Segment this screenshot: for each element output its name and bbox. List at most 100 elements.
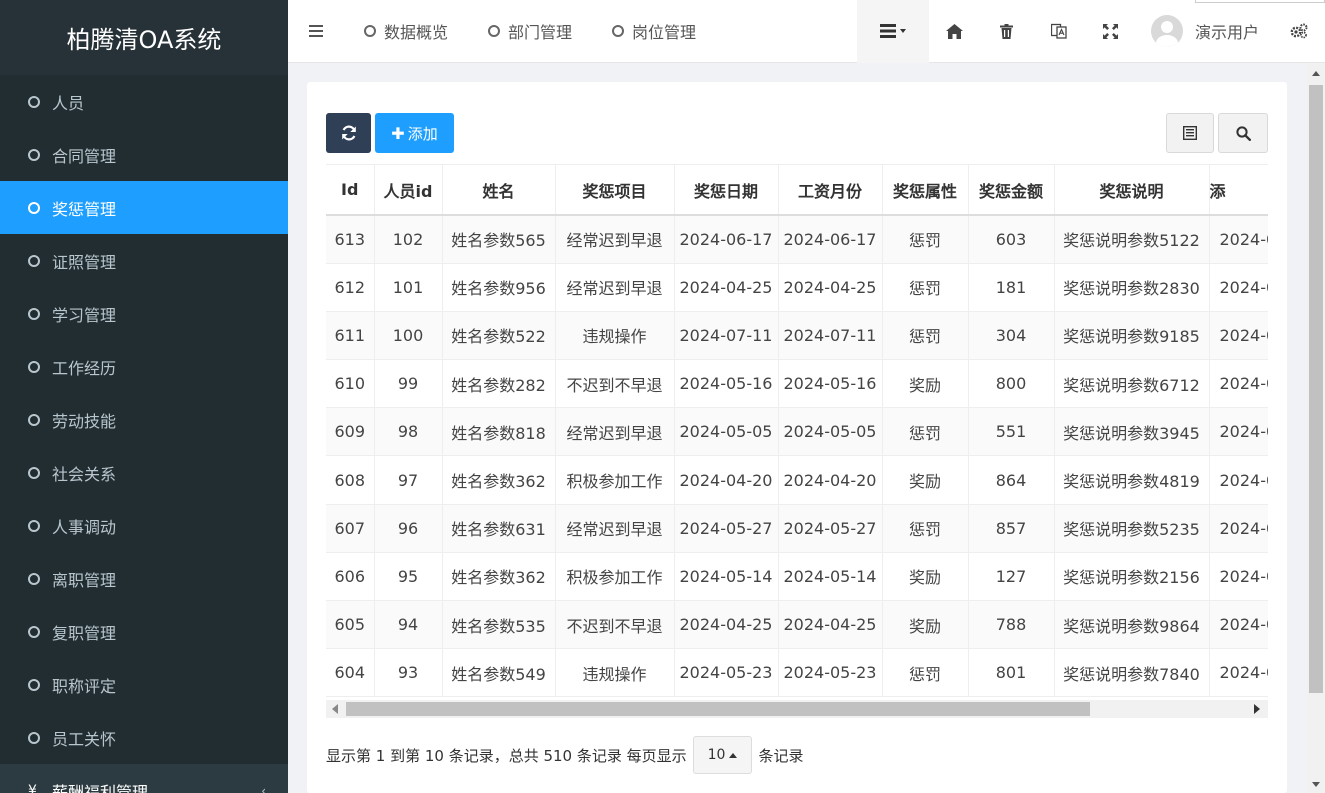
table-row[interactable]: 607 96 姓名参数631 经常迟到早退 2024-05-27 2024-05-27 惩罚… (326, 504, 1268, 553)
table-row[interactable]: 604 93 姓名参数549 违规操作 2024-05-23 2024-05-23 惩罚 80… (326, 648, 1268, 698)
table-cell: 800 (968, 359, 1055, 409)
horizontal-scrollbar[interactable] (326, 700, 1268, 718)
table-cell: 奖励 (882, 359, 969, 409)
scrollbar-thumb[interactable] (1309, 85, 1323, 693)
table-cell: 奖惩说明参数9185 (1054, 311, 1210, 361)
sidebar-item-social-relations[interactable]: 社会关系 (0, 446, 288, 499)
sidebar-item-certificates[interactable]: 证照管理 (0, 234, 288, 287)
table-cell: 2024-05-23 (778, 648, 883, 698)
tab-label: 部门管理 (508, 23, 573, 42)
sidebar-item-title-evaluation[interactable]: 职称评定 (0, 658, 288, 711)
column-header[interactable]: Id (326, 165, 375, 216)
user-menu[interactable]: 演示用户 (1137, 0, 1273, 63)
circle-icon (28, 678, 40, 691)
sidebar-item-label: 离职管理 (52, 570, 117, 590)
sidebar: 柏腾清OA系统 人员 合同管理 奖惩管理 证照管理 学习管理 工作经历 劳动技能… (0, 0, 288, 793)
table-cell: 积极参加工作 (555, 552, 675, 602)
table-row[interactable]: 611 100 姓名参数522 违规操作 2024-07-11 2024-07-11 惩罚 3… (326, 311, 1268, 361)
tab-department-management[interactable]: 部门管理 (468, 0, 592, 63)
page-size-select[interactable]: 10 (692, 736, 753, 774)
window-edge (1195, 0, 1325, 3)
tab-data-overview[interactable]: 数据概览 (344, 0, 468, 63)
gears-icon[interactable] (1273, 0, 1325, 63)
scrollbar-thumb[interactable] (346, 702, 1090, 716)
column-header[interactable]: 奖惩项目 (555, 165, 675, 216)
table-cell: 惩罚 (882, 407, 969, 457)
table-cell: 606 (326, 552, 375, 602)
sidebar-item-learning[interactable]: 学习管理 (0, 287, 288, 340)
circle-icon (612, 25, 625, 37)
fullscreen-icon[interactable] (1085, 0, 1137, 63)
scroll-down-icon[interactable] (1312, 782, 1320, 787)
table-cell: 2024-05-14 (778, 552, 883, 602)
tab-position-management[interactable]: 岗位管理 (592, 0, 716, 63)
menu-toggle-icon[interactable] (288, 0, 344, 63)
sidebar-item-label: 合同管理 (52, 146, 117, 166)
table-cell: 2024-0 (1209, 311, 1268, 361)
yen-icon: ¥ (28, 782, 37, 793)
columns-button[interactable] (1166, 113, 1214, 153)
table-cell: 姓名参数818 (442, 407, 556, 457)
table-cell: 93 (374, 648, 443, 698)
column-header[interactable]: 奖惩金额 (968, 165, 1055, 216)
table-row[interactable]: 610 99 姓名参数282 不迟到不早退 2024-05-16 2024-05-16 奖励… (326, 359, 1268, 409)
refresh-button[interactable] (326, 113, 371, 153)
sidebar-item-reinstatement[interactable]: 复职管理 (0, 605, 288, 658)
table-cell: 姓名参数956 (442, 263, 556, 312)
translate-icon[interactable] (1033, 0, 1085, 63)
sidebar-group-payroll[interactable]: ¥ 薪酬福利管理 ‹ (0, 764, 288, 793)
main-panel: ✚ 添加 Id 人员id 姓名 奖惩项目 奖惩日期 工资月份 奖惩属性 奖惩金额 奖惩说明添 6… (307, 82, 1287, 793)
column-header[interactable]: 奖惩属性 (882, 165, 969, 216)
table-row[interactable]: 608 97 姓名参数362 积极参加工作 2024-04-20 2024-04-20 奖励… (326, 455, 1268, 505)
sidebar-item-work-history[interactable]: 工作经历 (0, 340, 288, 393)
table-cell: 2024-05-27 (674, 504, 779, 553)
table-cell: 奖惩说明参数9864 (1054, 600, 1210, 650)
scroll-right-icon[interactable] (1254, 704, 1260, 714)
search-button[interactable] (1218, 113, 1268, 153)
sidebar-item-transfers[interactable]: 人事调动 (0, 499, 288, 552)
column-header[interactable]: 姓名 (442, 165, 556, 216)
home-icon[interactable] (929, 0, 981, 63)
chevron-left-icon: ‹ (261, 783, 266, 793)
table-cell: 姓名参数522 (442, 311, 556, 361)
sidebar-item-labor-skills[interactable]: 劳动技能 (0, 393, 288, 446)
table-cell: 2024-0 (1209, 504, 1268, 553)
sidebar-item-people[interactable]: 人员 (0, 75, 288, 128)
column-header[interactable]: 奖惩说明 (1054, 165, 1210, 216)
avatar (1150, 15, 1183, 47)
table-cell: 奖惩说明参数7840 (1054, 648, 1210, 698)
table-row[interactable]: 613 102 姓名参数565 经常迟到早退 2024-06-17 2024-06-17 惩… (326, 215, 1268, 264)
trash-icon[interactable] (981, 0, 1033, 63)
table-cell: 经常迟到早退 (555, 504, 675, 553)
sidebar-item-contracts[interactable]: 合同管理 (0, 128, 288, 181)
column-header[interactable]: 奖惩日期 (674, 165, 779, 216)
column-header[interactable]: 添 (1209, 165, 1268, 216)
sidebar-item-label: 复职管理 (52, 623, 117, 643)
table-row[interactable]: 605 94 姓名参数535 不迟到不早退 2024-04-25 2024-04-25 奖励… (326, 600, 1268, 650)
sidebar-item-employee-care[interactable]: 员工关怀 (0, 711, 288, 764)
vertical-scrollbar[interactable] (1307, 63, 1325, 793)
list-dropdown-icon[interactable] (856, 0, 929, 63)
table-cell: 2024-0 (1209, 407, 1268, 457)
table-row[interactable]: 609 98 姓名参数818 经常迟到早退 2024-05-05 2024-05-05 惩罚… (326, 407, 1268, 457)
table-row[interactable]: 606 95 姓名参数362 积极参加工作 2024-05-14 2024-05-14 奖励… (326, 552, 1268, 602)
app-logo-title[interactable]: 柏腾清OA系统 (0, 0, 288, 75)
table-cell: 2024-04-20 (778, 455, 883, 505)
table-cell: 姓名参数362 (442, 455, 556, 505)
table-cell: 788 (968, 600, 1055, 650)
sidebar-item-rewards-penalties[interactable]: 奖惩管理 (0, 181, 288, 234)
table-cell: 2024-07-11 (674, 311, 779, 361)
circle-icon (364, 25, 376, 37)
circle-icon (28, 95, 40, 108)
table-header-row: Id 人员id 姓名 奖惩项目 奖惩日期 工资月份 奖惩属性 奖惩金额 奖惩说明添 (326, 165, 1268, 216)
scroll-up-icon[interactable] (1312, 71, 1320, 76)
add-button[interactable]: ✚ 添加 (375, 113, 454, 153)
column-header[interactable]: 工资月份 (778, 165, 883, 216)
column-header[interactable]: 人员id (374, 165, 443, 216)
data-table-container: Id 人员id 姓名 奖惩项目 奖惩日期 工资月份 奖惩属性 奖惩金额 奖惩说明添 613 102… (326, 164, 1268, 719)
table-cell: 不迟到不早退 (555, 359, 675, 409)
plus-icon: ✚ (391, 123, 405, 143)
table-row[interactable]: 612 101 姓名参数956 经常迟到早退 2024-04-25 2024-04-25 惩… (326, 263, 1268, 312)
scroll-left-icon[interactable] (332, 704, 338, 714)
sidebar-item-resignation[interactable]: 离职管理 (0, 552, 288, 605)
